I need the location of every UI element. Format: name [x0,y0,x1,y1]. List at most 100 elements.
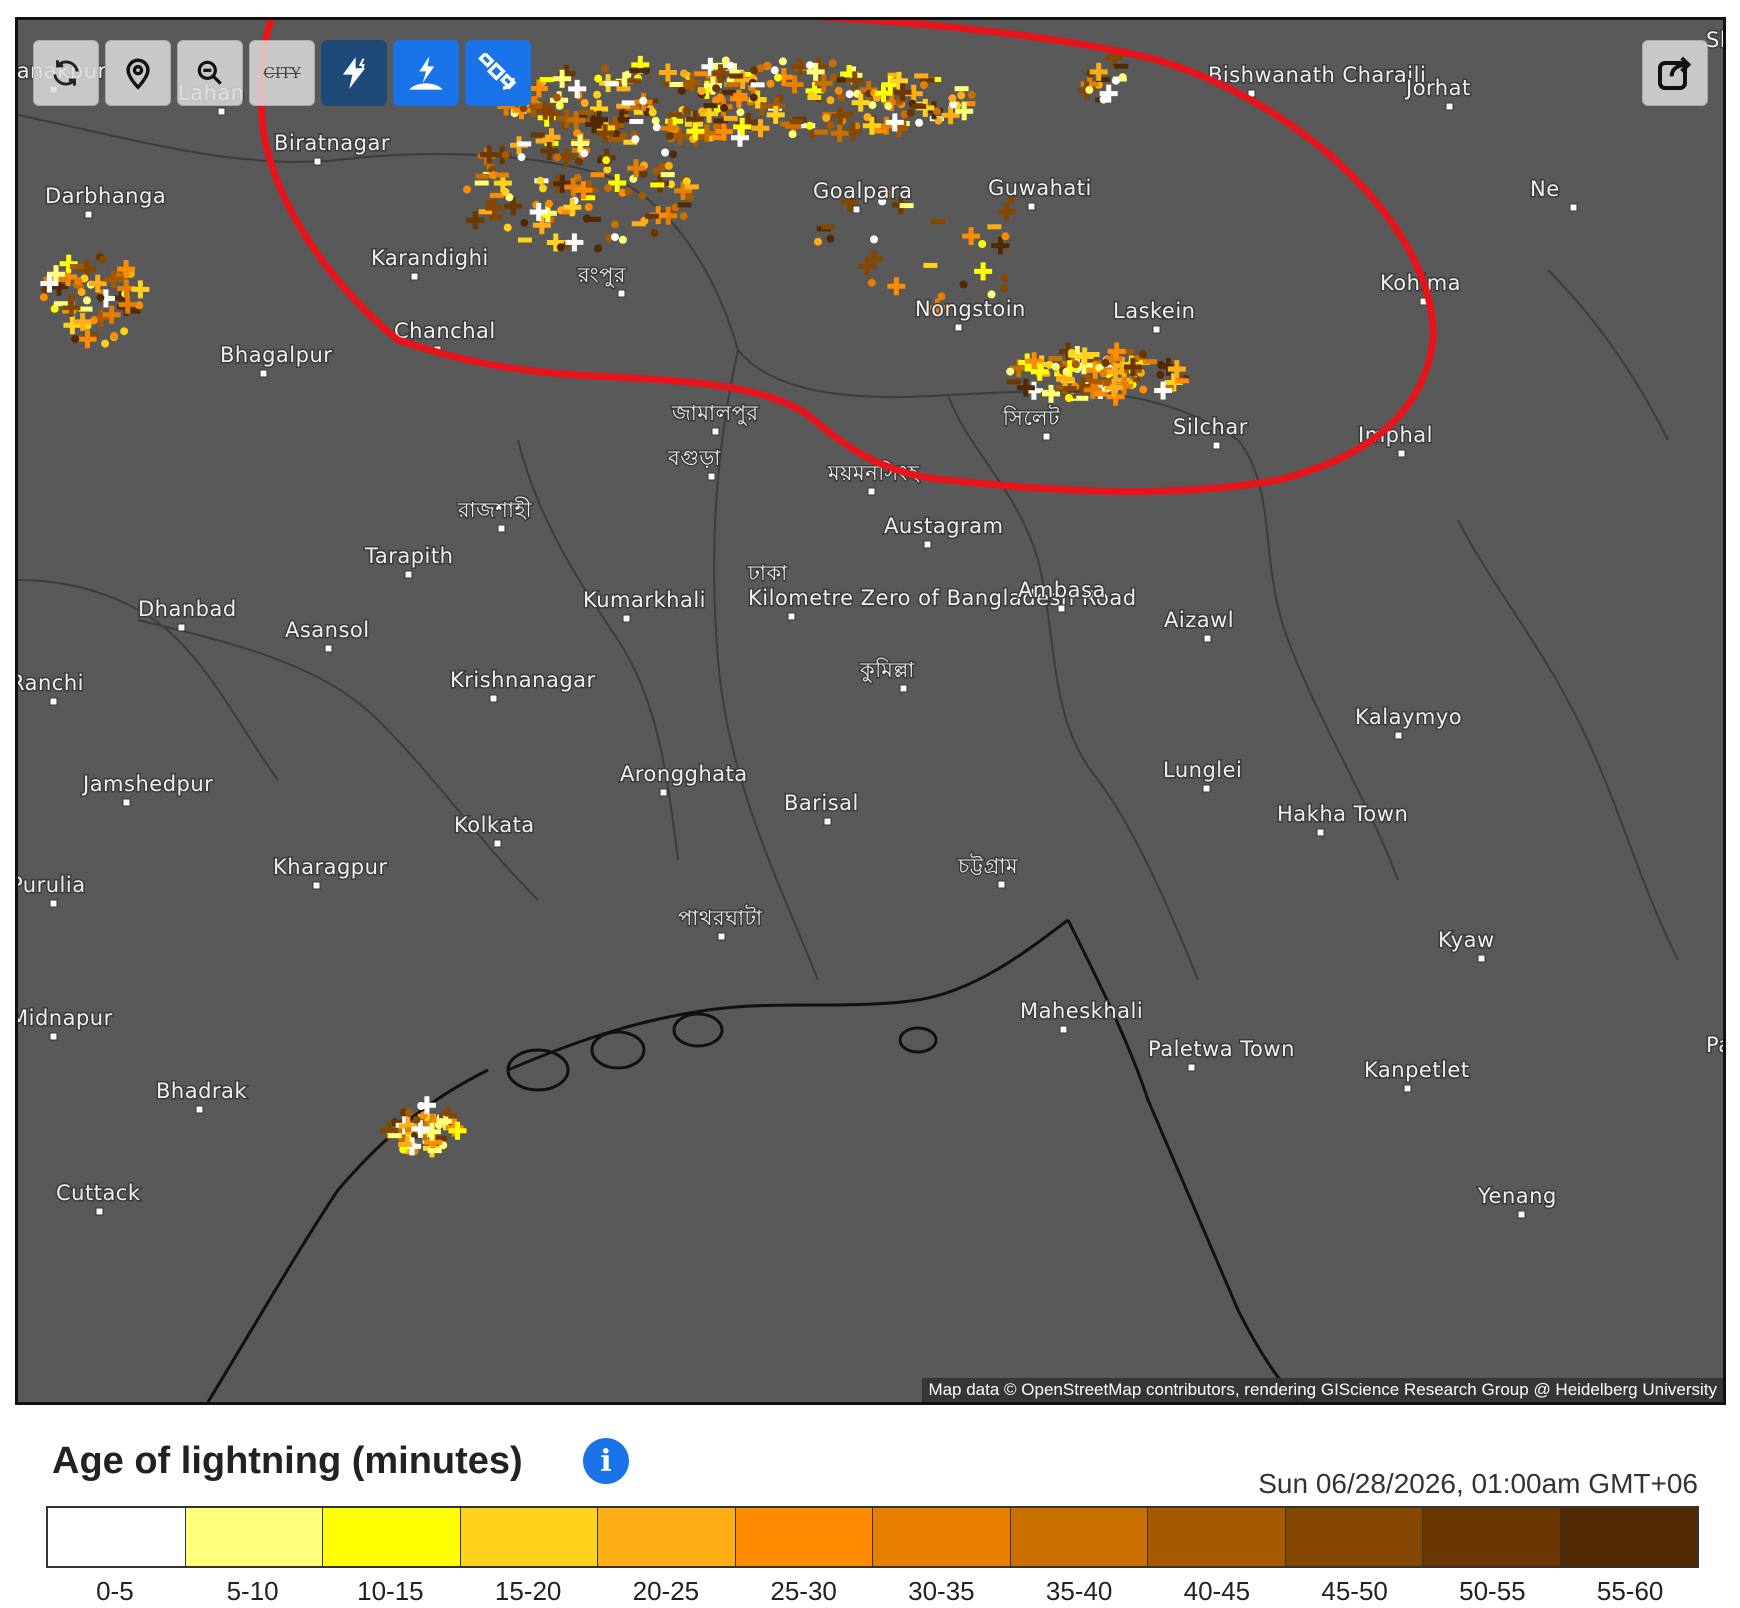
city-dot [1042,432,1051,441]
city-label: ঢাকা [747,561,788,585]
city-label: Chanchal [394,319,496,343]
lightning-strike-marker [495,172,510,178]
lightning-strike-marker [1006,367,1015,376]
lightning-strike-marker [631,135,640,144]
city-label: Bhadrak [156,1079,247,1103]
city-label: Ne [1530,177,1560,201]
city-label: Nongstoin [915,297,1026,321]
lightning-strike-marker [501,150,510,159]
legend-label-20-25: 20-25 [632,1576,700,1606]
city-dot [1477,954,1486,963]
lightning-strike-marker [1118,73,1127,82]
lightning-strike-marker [629,119,644,124]
legend-label-0-5: 0-5 [96,1576,134,1606]
legend-swatch-40-45 [1148,1508,1286,1566]
city-label: Purulia [18,873,86,897]
city-dot [1202,784,1211,793]
city-dot [852,205,861,214]
lightning-strike-marker [398,1142,413,1147]
city-dot [867,487,876,496]
city-dot [404,570,413,579]
lightning-strike-marker [828,59,837,68]
lightning-strike-marker [1093,391,1108,397]
city-labels-button[interactable]: CITY [249,40,315,106]
lightning-strike-marker [39,293,48,302]
city-dot [497,524,506,533]
lightning-strike-marker [650,229,659,238]
city-dot [49,899,58,908]
satellite-button[interactable] [465,40,531,106]
lightning-strike-marker [627,78,642,84]
city-dot [711,427,720,436]
info-icon[interactable]: i [583,1438,629,1484]
legend-label-35-40: 35-40 [1045,1576,1113,1606]
lightning-map[interactable]: LahanBiratnagarDarbhangaKarandighiChanch… [15,17,1726,1405]
lightning-strike-marker [839,111,854,117]
lightning-strike-marker [1114,63,1129,69]
legend-label-10-15: 10-15 [357,1576,424,1606]
refresh-button[interactable] [33,40,99,106]
lightning-strike-marker [684,184,699,190]
locate-button[interactable] [105,40,171,106]
city-dot [195,1105,204,1114]
lightning-strike-marker [501,188,510,196]
lightning-strike-marker [631,221,646,227]
lightning-strike-marker [1071,360,1080,369]
city-label: Kumarkhali [583,588,706,612]
ground-strike-button[interactable] [393,40,459,106]
lightning-strike-marker [1062,386,1077,391]
lightning-strike-marker [1139,385,1148,394]
lightning-strike-marker [919,81,928,89]
city-dot [1397,449,1406,458]
lightning-strike-marker [906,109,915,117]
city-label: Kolkata [454,813,535,837]
lightning-strike-marker [749,93,758,102]
lightning-strike-marker [405,1108,413,1117]
lightning-strike-marker [665,132,674,140]
lightning-strike-marker [642,66,651,75]
lightning-strike-marker [682,177,691,186]
lightning-strike-marker [67,294,76,303]
lightning-strike-marker [821,224,835,230]
city-label: সিলেট [1002,405,1060,430]
city-label: Asansol [285,618,370,642]
legend-label-30-35: 30-35 [908,1576,975,1606]
lightning-layer-button[interactable] [321,40,387,106]
lightning-strike-marker [711,135,726,141]
lightning-strike-marker [590,172,605,178]
lightning-strike-marker [539,184,547,193]
lightning-strike-marker [677,202,692,208]
lightning-strike-marker [1064,394,1073,402]
city-dot [1212,441,1221,450]
lightning-strike-marker [914,73,929,79]
zoom-out-icon [197,60,222,85]
lightning-strike-marker [520,219,529,227]
lightning-strike-marker [1067,348,1076,357]
lightning-strike-marker [870,235,878,244]
lightning-strike-marker [98,255,107,264]
city-label: Hakha Town [1277,802,1408,826]
lightning-strike-marker [412,1115,421,1124]
lightning-strike-marker [720,103,728,112]
city-dot [1445,102,1454,111]
lightning-strike-marker [638,191,647,200]
legend-swatch-20-25 [598,1508,736,1566]
city-dot [1027,202,1036,211]
lightning-strike-marker [489,192,504,198]
city-label: Cuttack [56,1181,141,1205]
lightning-strike-marker [1000,284,1008,293]
lightning-strike-marker [602,156,611,165]
city-label: Ranchi [18,671,84,695]
zoom-out-button[interactable] [177,40,243,106]
city-label: Maheskhali [1020,999,1143,1023]
city-label: Bishwanath Charaili [1208,63,1426,87]
lightning-strike-marker [442,1108,451,1117]
lightning-strike-marker [957,91,966,100]
lightning-strike-marker [1111,76,1120,85]
city-dot [622,614,631,623]
legend-label-15-20: 15-20 [494,1576,562,1606]
share-button[interactable] [1642,40,1708,106]
city-dot [122,798,131,807]
lightning-strike-marker [915,118,924,127]
city-label: Silchar [1173,415,1248,439]
